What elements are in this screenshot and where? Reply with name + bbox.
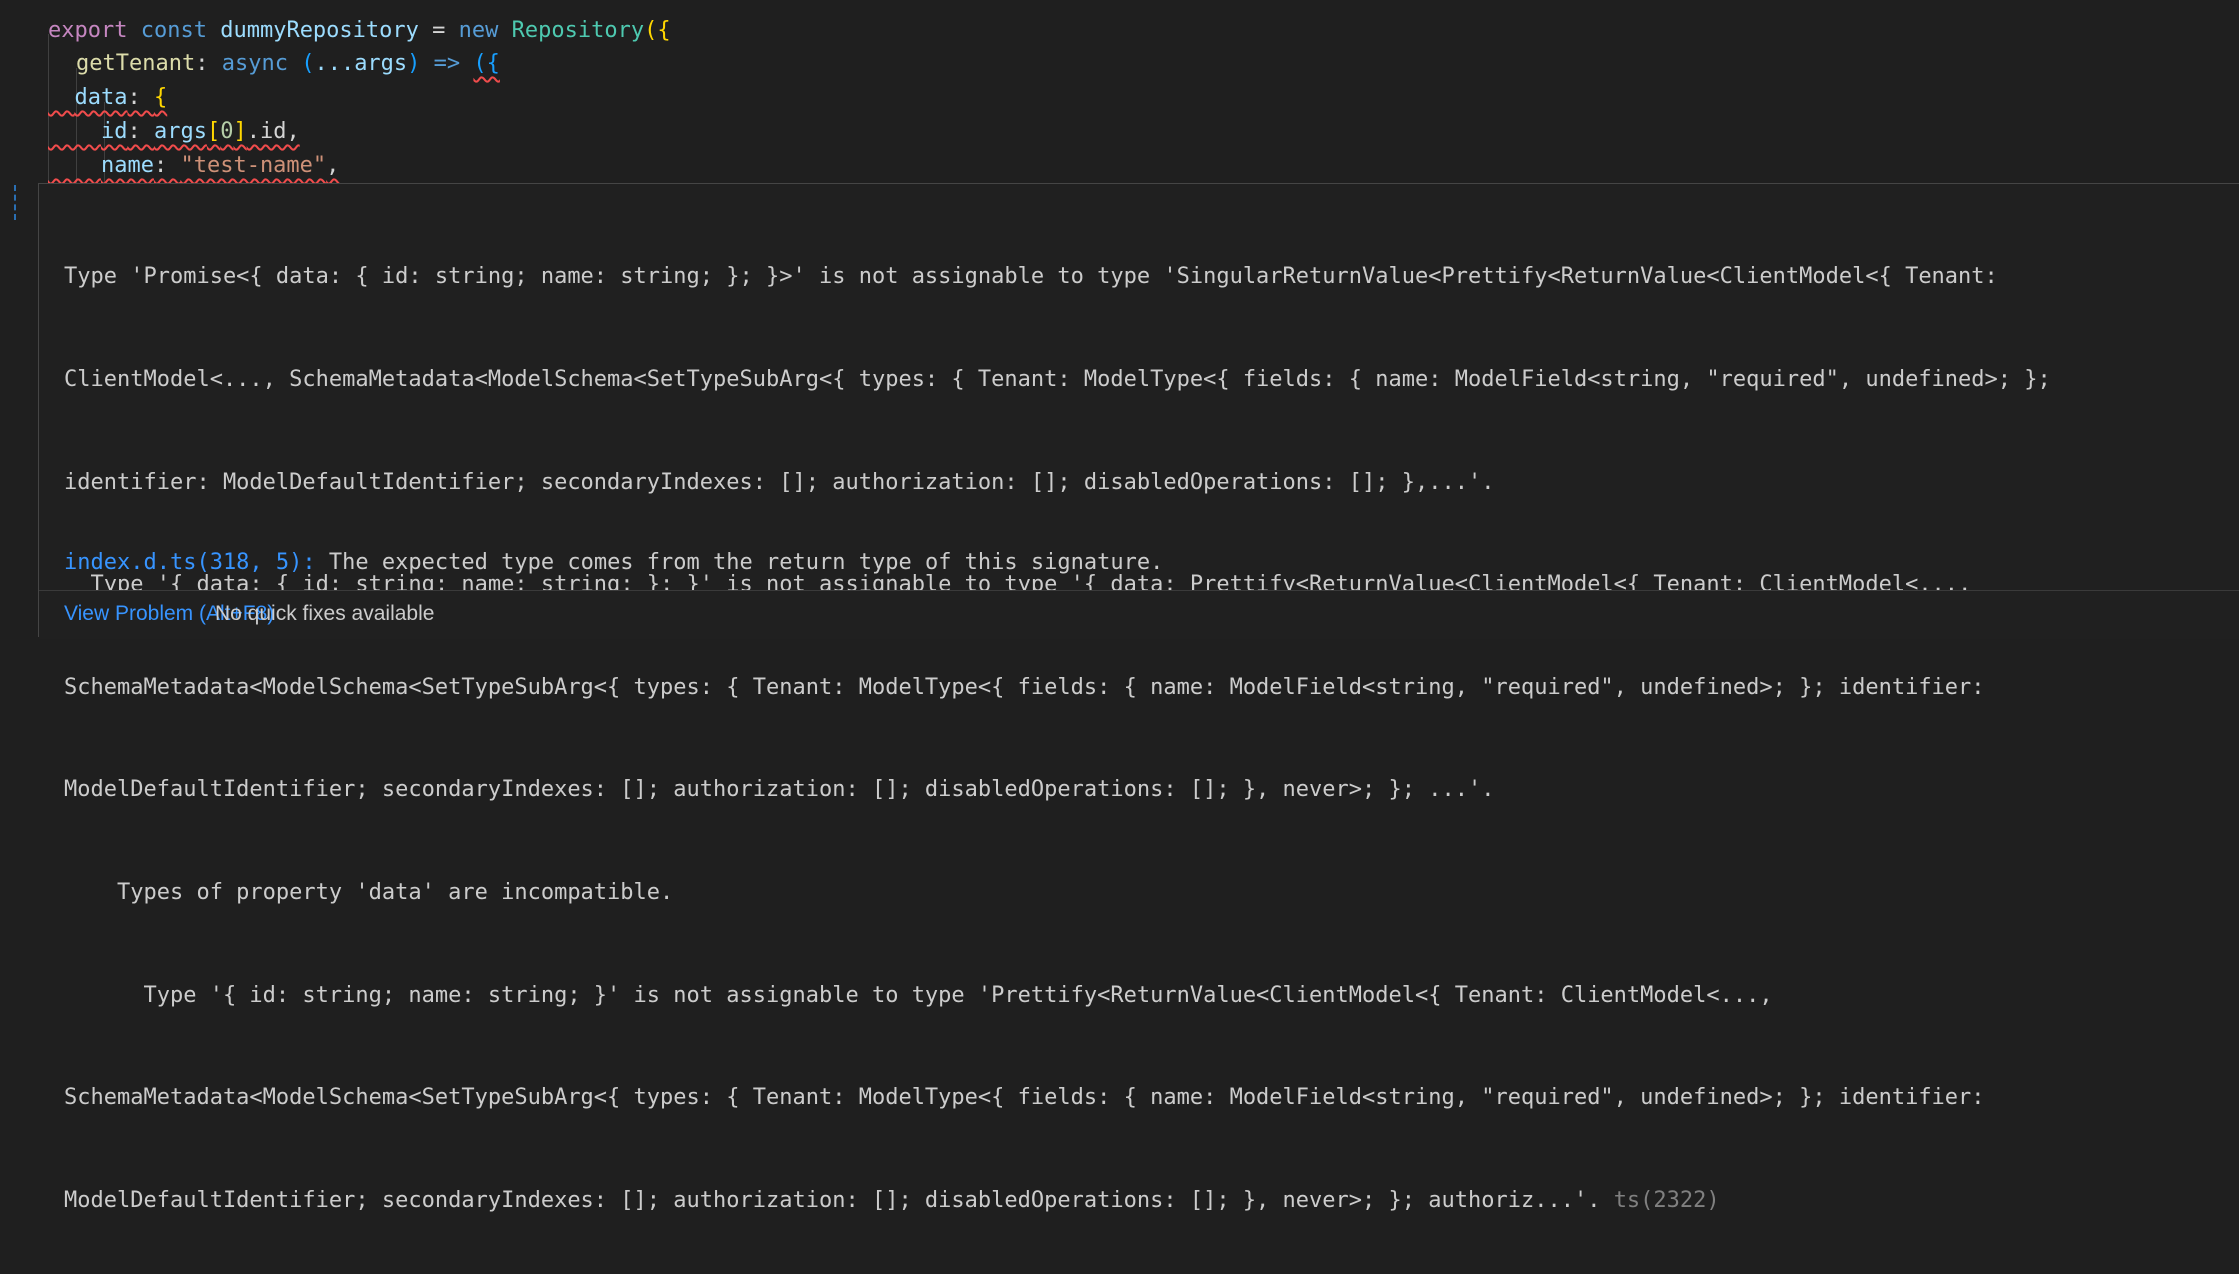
error-squiggle[interactable]: data: { (48, 85, 168, 110)
bracket: ( (301, 51, 315, 76)
variable-name: dummyRepository (220, 18, 419, 43)
identifier: args (153, 119, 207, 144)
error-message-line: SchemaMetadata<ModelSchema<SetTypeSubArg… (64, 674, 1985, 700)
code-line-2[interactable]: getTenant: async (...args) => ({ (76, 47, 500, 81)
property-name: data (74, 85, 128, 110)
keyword-new: new (458, 18, 499, 43)
no-quick-fixes-label: No quick fixes available (215, 602, 435, 625)
colon: : (153, 153, 181, 178)
property-name: getTenant (76, 51, 196, 76)
string-literal: "test-name" (180, 153, 327, 178)
code-line-4[interactable]: id: args[0].id, (48, 115, 300, 149)
class-name: Repository (511, 18, 645, 43)
bracket: ({ (644, 18, 671, 43)
bracket: { (153, 85, 168, 110)
bracket: ({ (473, 51, 500, 76)
number-literal: 0 (220, 119, 234, 144)
error-squiggle[interactable]: name: "test-name", (48, 153, 339, 178)
error-message-line: ClientModel<..., SchemaMetadata<ModelSch… (64, 367, 2051, 392)
operator: = (418, 18, 459, 43)
colon: : (127, 119, 154, 144)
property-name: id (100, 119, 128, 144)
member-access: .id, (246, 119, 300, 144)
error-message-line: SchemaMetadata<ModelSchema<SetTypeSubArg… (64, 1085, 1985, 1111)
error-message-line: ModelDefaultIdentifier; secondaryIndexes… (64, 777, 1495, 803)
code-line-5[interactable]: name: "test-name", (48, 149, 339, 183)
code-editor[interactable]: export const dummyRepository = new Repos… (0, 0, 2239, 185)
keyword-export: export (48, 18, 128, 43)
hover-status-bar: View Problem (Alt+F8) No quick fixes ava… (39, 590, 2239, 639)
error-message: Type 'Promise<{ data: { id: string; name… (64, 192, 2219, 1274)
error-message-line-last: ModelDefaultIdentifier; secondaryIndexes… (64, 1184, 2219, 1218)
error-message-line: identifier: ModelDefaultIdentifier; seco… (64, 469, 1495, 495)
arrow-operator: => (420, 51, 474, 76)
gutter-change-indicator (14, 185, 18, 220)
bracket: ) (407, 51, 421, 76)
code-line-1[interactable]: export const dummyRepository = new Repos… (48, 14, 671, 48)
related-location-link[interactable]: index.d.ts(318, 5): (64, 550, 316, 575)
colon: : (195, 51, 222, 76)
property-name: name (100, 153, 154, 178)
error-code: ts(2322) (1613, 1187, 1720, 1213)
error-message-line: Types of property 'data' are incompatibl… (64, 879, 674, 905)
colon: : (127, 85, 154, 110)
error-message-line: Type 'Promise<{ data: { id: string; name… (64, 264, 1998, 290)
keyword-async: async (221, 51, 288, 76)
keyword-const: const (140, 18, 207, 43)
code-line-3[interactable]: data: { (48, 81, 168, 115)
related-information: index.d.ts(318, 5): The expected type co… (64, 546, 1163, 580)
comma: , (326, 153, 340, 178)
problem-hover-widget: Type 'Promise<{ data: { id: string; name… (38, 183, 2239, 1213)
error-message-text: ModelDefaultIdentifier; secondaryIndexes… (64, 1187, 1614, 1213)
error-message-line: Type '{ id: string; name: string; }' is … (64, 982, 1773, 1008)
error-squiggle[interactable]: id: args[0].id, (48, 119, 300, 144)
parameter: ...args (314, 51, 408, 76)
error-squiggle[interactable]: ({ (473, 51, 500, 76)
related-message: The expected type comes from the return … (315, 550, 1164, 575)
